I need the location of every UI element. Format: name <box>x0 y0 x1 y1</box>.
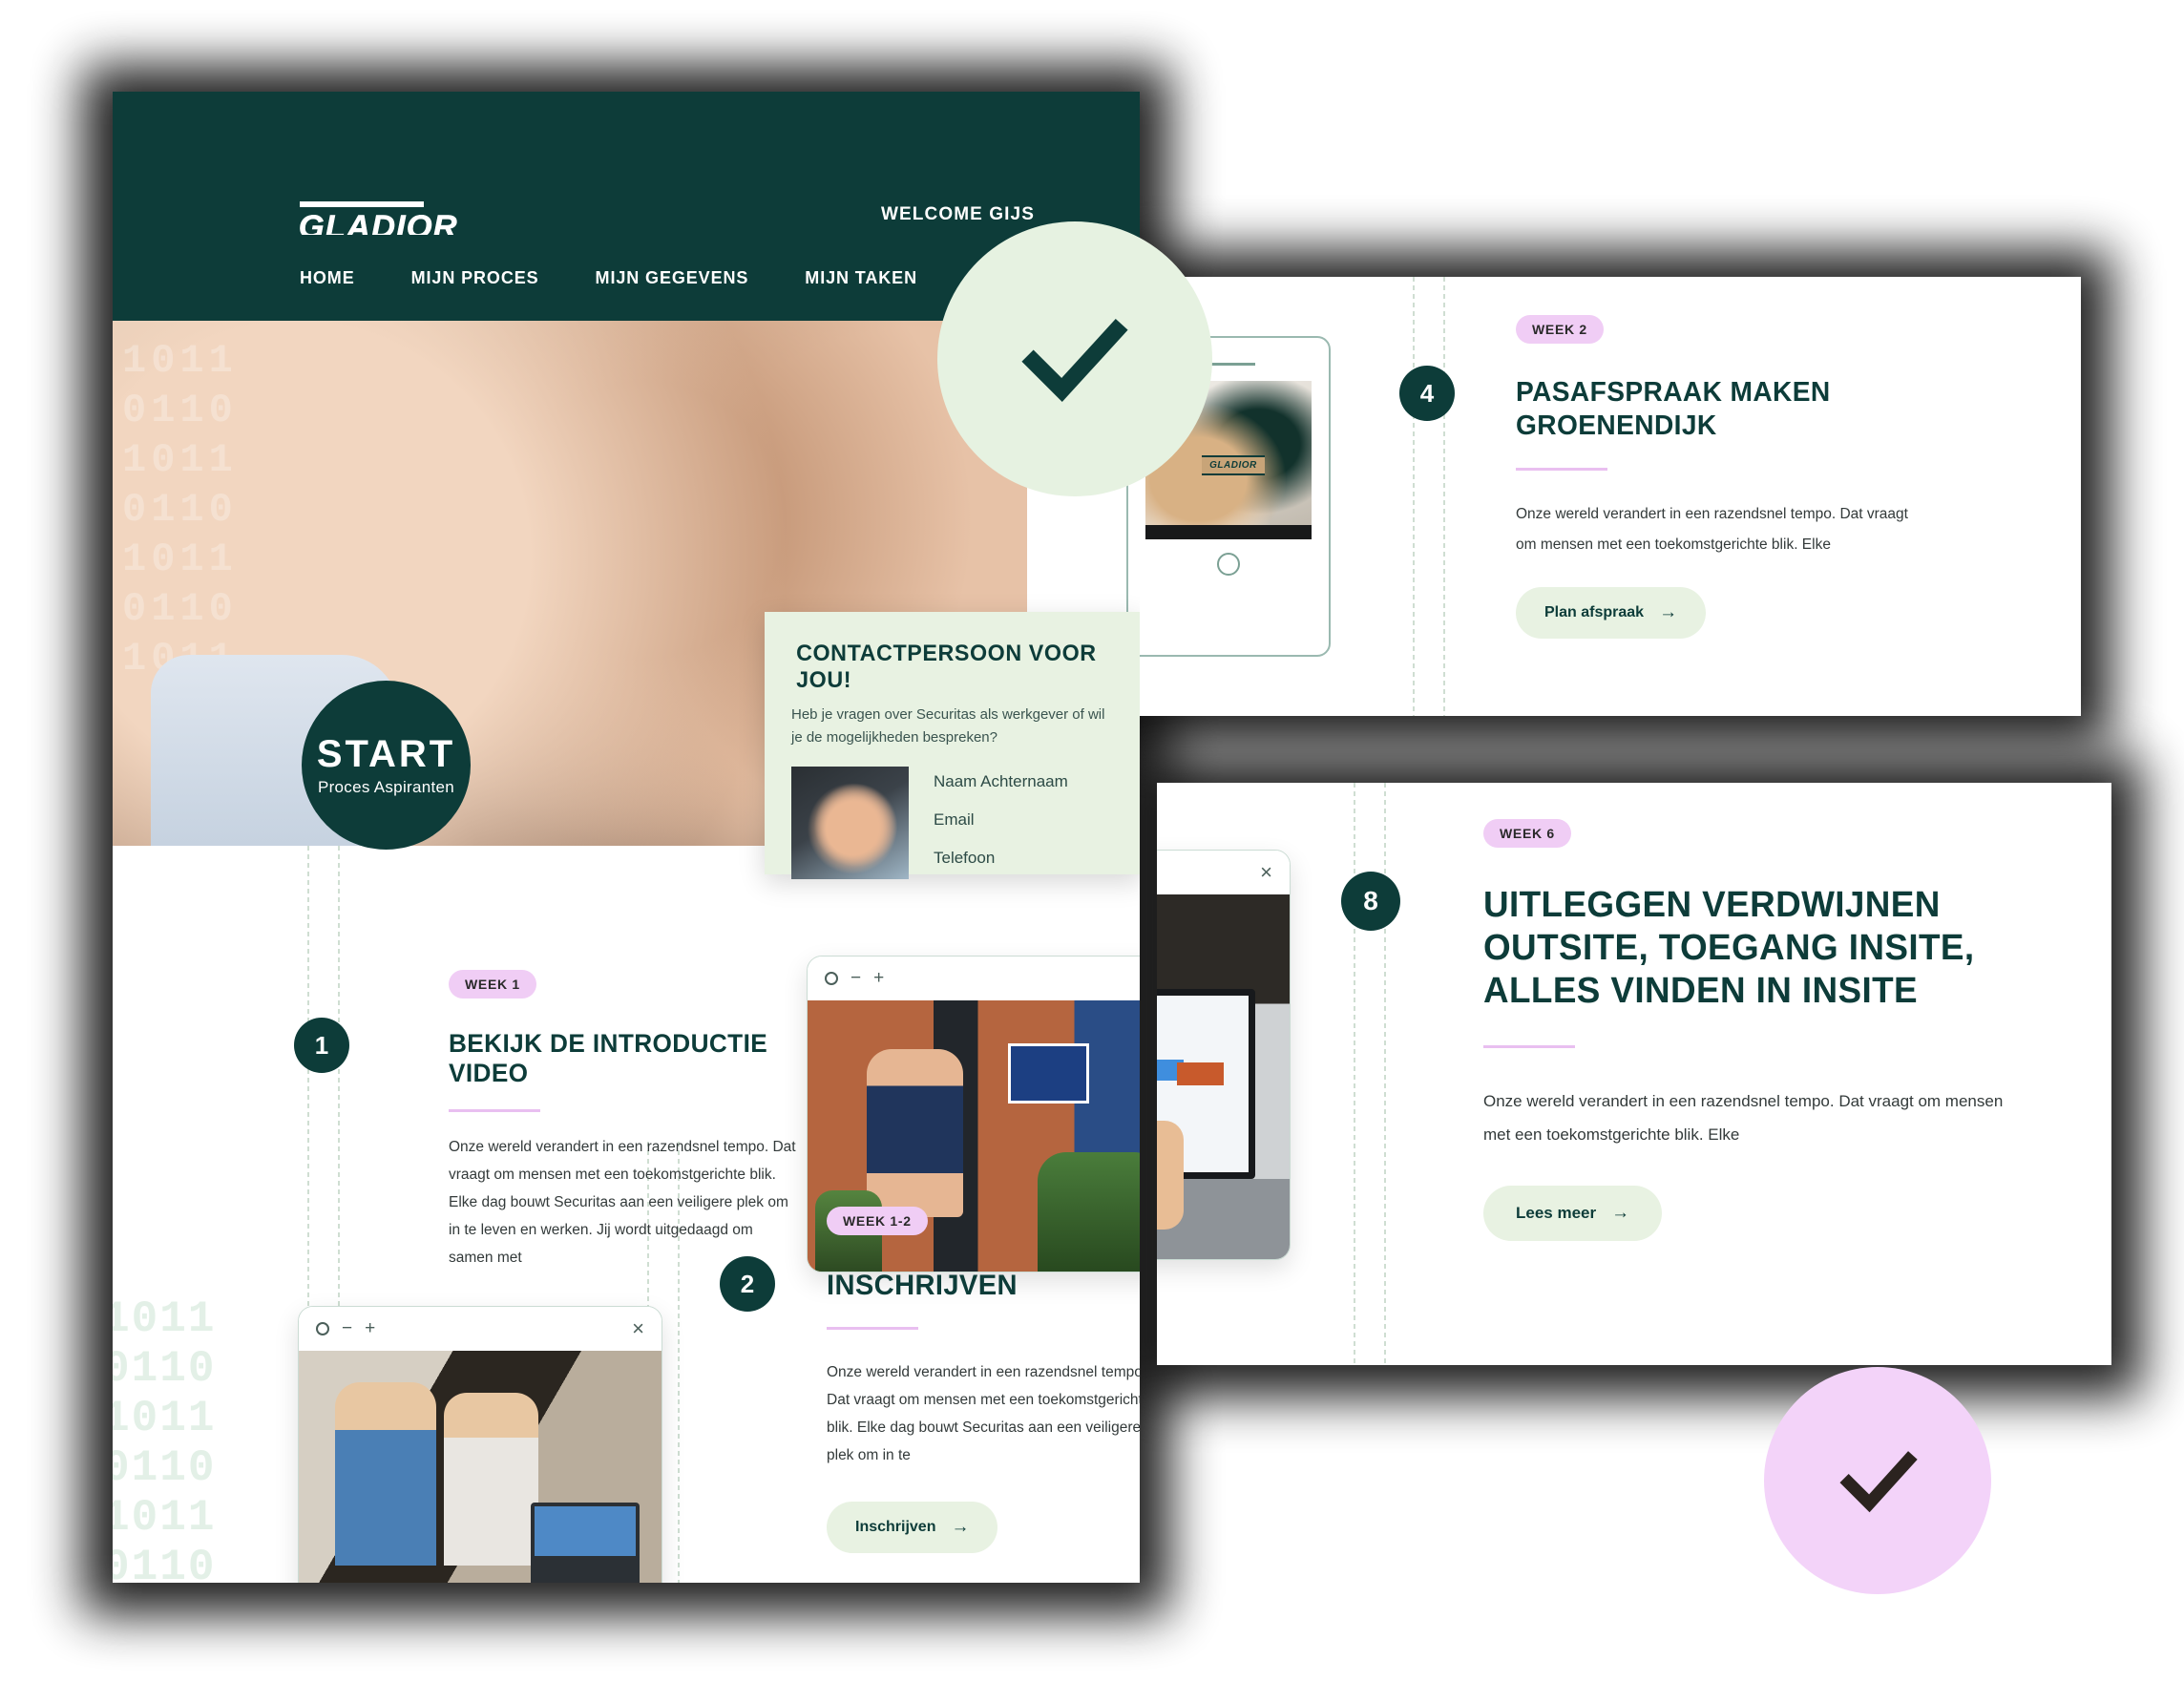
step-8-action-button[interactable]: Lees meer → <box>1483 1186 1663 1241</box>
browser-window-office: − + × <box>298 1306 662 1583</box>
browser-window-touchscreen: − + × <box>1157 850 1291 1260</box>
arrow-right-icon: → <box>1611 1203 1630 1223</box>
step-number-2: 2 <box>720 1256 775 1312</box>
contact-card-intro: Heb je vragen over Securitas als werkgev… <box>791 706 1105 746</box>
plus-icon[interactable]: + <box>365 1318 375 1339</box>
step-8-week-badge: WEEK 6 <box>1483 819 1571 848</box>
window-controls-bike[interactable]: − + <box>825 968 884 989</box>
step-2-divider <box>827 1327 918 1330</box>
step-block-4: WEEK 2 PASAFSPRAAK MAKEN GROENENDIJK Onz… <box>1516 315 1917 639</box>
step-number-1: 1 <box>294 1018 349 1073</box>
step-number-4: 4 <box>1399 366 1455 421</box>
nav-item-mijn-proces[interactable]: MIJN PROCES <box>411 268 539 288</box>
close-icon[interactable]: × <box>1260 862 1272 883</box>
window-chrome-touchscreen: − + × <box>1157 851 1290 894</box>
screenshot-office-photo <box>299 1351 662 1583</box>
step-4-title: PASAFSPRAAK MAKEN GROENENDIJK <box>1516 377 1831 441</box>
step-1-body: Onze wereld verandert in een razendsnel … <box>449 1139 796 1266</box>
step-block-8: WEEK 6 UITLEGGEN VERDWIJNEN OUTSITE, TOE… <box>1483 819 2018 1241</box>
start-badge-subtitle: Proces Aspiranten <box>317 777 455 796</box>
start-badge-title: START <box>316 732 456 775</box>
contact-field-email[interactable]: Email <box>934 810 1068 830</box>
site-header: GLADIOR WELCOME GIJS <box>113 92 1140 253</box>
arrow-right-icon: → <box>951 1517 970 1537</box>
timeline-section: 1 WEEK 1 BEKIJK DE INTRODUCTIE VIDEO Onz… <box>113 846 1140 1583</box>
window-controls-office[interactable]: − + <box>316 1318 375 1339</box>
step-8-body: Onze wereld verandert in een razendsnel … <box>1483 1092 2004 1144</box>
step-4-body: Onze wereld verandert in een razendsnel … <box>1516 506 1908 553</box>
circle-icon[interactable] <box>825 972 838 985</box>
step-4-divider <box>1516 468 1607 471</box>
step-1-title: BEKIJK DE INTRODUCTIE VIDEO <box>449 1029 768 1087</box>
rt-dash-right <box>1443 277 1445 716</box>
contact-fields: Naam Achternaam Email Telefoon <box>934 767 1068 879</box>
circle-icon[interactable] <box>316 1322 329 1335</box>
purple-check-badge <box>1764 1367 1991 1594</box>
arrow-right-icon: → <box>1659 602 1678 622</box>
contact-person-photo <box>791 767 909 879</box>
step-block-2: WEEK 1-2 INSCHRIJVEN Onze wereld verande… <box>827 1207 1140 1553</box>
binary-code-texture-bottom: 1011 0110 1011 0110 1011 0110 1011 <box>113 1294 217 1581</box>
nav-item-home[interactable]: HOME <box>300 268 355 288</box>
tablet-gladior-tag: GLADIOR <box>1202 455 1265 476</box>
step-number-8: 8 <box>1341 872 1400 931</box>
step-8-button-label: Lees meer <box>1516 1204 1597 1222</box>
window-chrome-bike: − + × <box>808 957 1140 1000</box>
step-2-action-button[interactable]: Inschrijven → <box>827 1502 998 1553</box>
logo-top-bar <box>300 201 424 207</box>
minus-icon[interactable]: − <box>850 968 861 989</box>
check-icon <box>1021 318 1128 403</box>
step-8-title: UITLEGGEN VERDWIJNEN OUTSITE, TOEGANG IN… <box>1483 885 1975 1011</box>
step-1-divider <box>449 1109 540 1112</box>
step-2-button-label: Inschrijven <box>855 1519 936 1535</box>
rt-dash-left <box>1413 277 1415 716</box>
step-2-title: INSCHRIJVEN <box>827 1270 1018 1301</box>
right-bottom-panel: − + × 8 WEEK 6 UITLEGGEN VERDWIJNEN OUTS… <box>1157 783 2111 1365</box>
tablet-home-button <box>1217 553 1240 576</box>
contact-field-name[interactable]: Naam Achternaam <box>934 772 1068 791</box>
step-block-1: WEEK 1 BEKIJK DE INTRODUCTIE VIDEO Onze … <box>449 970 800 1272</box>
step-8-divider <box>1483 1045 1575 1048</box>
check-icon <box>1839 1451 1918 1513</box>
contact-card-title: CONTACTPERSOON VOOR JOU! <box>796 641 1097 693</box>
welcome-text: WELCOME GIJS <box>881 204 1035 224</box>
nav-item-mijn-gegevens[interactable]: MIJN GEGEVENS <box>596 268 749 288</box>
screenshot-touchscreen-photo <box>1157 894 1290 1259</box>
step-4-week-badge: WEEK 2 <box>1516 315 1604 344</box>
rb-dash-left <box>1354 783 1355 1365</box>
close-icon[interactable]: × <box>632 1318 644 1339</box>
step-2-body: Onze wereld verandert in een razendsnel … <box>827 1364 1140 1463</box>
step-1-week-badge: WEEK 1 <box>449 970 536 999</box>
step-4-action-button[interactable]: Plan afspraak → <box>1516 587 1707 639</box>
start-badge[interactable]: START Proces Aspiranten <box>302 681 471 850</box>
nav-item-mijn-taken[interactable]: MIJN TAKEN <box>805 268 917 288</box>
contact-card-body: Naam Achternaam Email Telefoon <box>791 767 1116 879</box>
window-chrome-office: − + × <box>299 1307 662 1351</box>
minus-icon[interactable]: − <box>342 1318 352 1339</box>
contact-field-phone[interactable]: Telefoon <box>934 849 1068 868</box>
plus-icon[interactable]: + <box>873 968 884 989</box>
step-4-button-label: Plan afspraak <box>1544 604 1645 620</box>
screenshot-root: GLADIOR WELCOME GIJS HOME MIJN PROCES MI… <box>0 0 2184 1703</box>
step-2-week-badge: WEEK 1-2 <box>827 1207 928 1235</box>
rb-dash-right <box>1384 783 1386 1365</box>
green-check-badge <box>937 221 1212 496</box>
contact-card: CONTACTPERSOON VOOR JOU! Heb je vragen o… <box>765 612 1140 879</box>
